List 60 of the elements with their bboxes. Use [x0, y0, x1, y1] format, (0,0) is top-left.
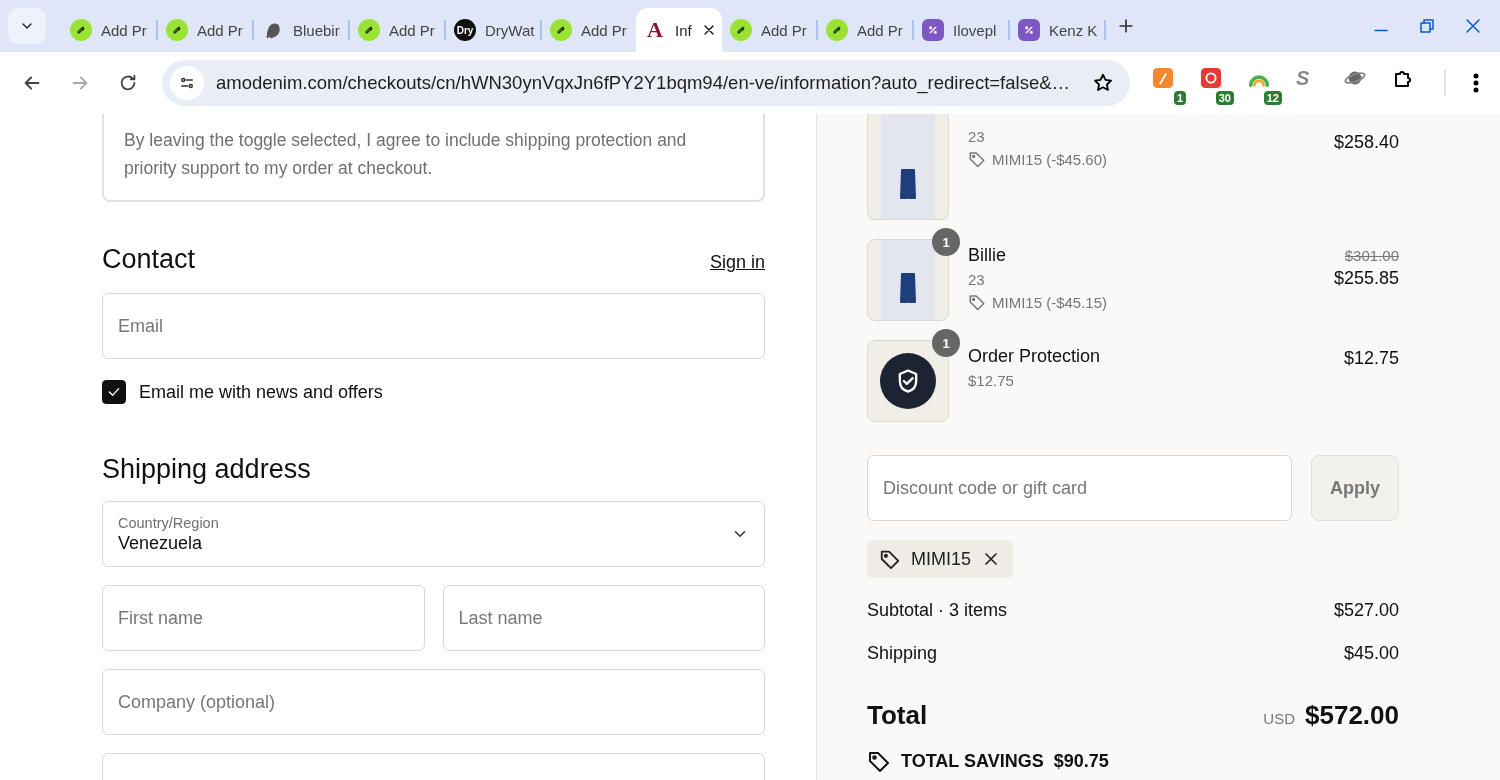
extension-icon[interactable]: S [1296, 67, 1310, 90]
protection-note: By leaving the toggle selected, I agree to include shipping protection and priority support to my order at checkout. [102, 114, 765, 202]
input-field[interactable]: Last name [442, 585, 765, 651]
browser-tab[interactable]: Add Pr [818, 8, 912, 52]
extension-badge: 30 [1215, 91, 1234, 105]
tag-icon [879, 548, 901, 570]
apply-button[interactable]: Apply [1311, 455, 1399, 521]
currency-code: USD [1263, 710, 1295, 727]
item-variant: 23 [968, 271, 986, 288]
tags-icon [867, 749, 891, 773]
input-field[interactable]: First name [102, 585, 425, 651]
quantity-badge: 1 [932, 228, 960, 256]
input-field[interactable]: Company (optional) [102, 669, 765, 735]
favicon: A [646, 19, 664, 41]
sign-in-link[interactable]: Sign in [709, 252, 765, 273]
savings-value: $90.75 [1053, 750, 1109, 772]
item-name: Billie [968, 245, 1007, 266]
quantity-badge: 1 [932, 329, 960, 357]
discount-text: MIMI15 (-$45.15) [992, 293, 1108, 311]
item-name: Order Protection [968, 346, 1102, 367]
checkbox-label: Email me with news and offers [139, 381, 383, 403]
savings-label: TOTAL SAVINGS [901, 750, 1044, 772]
browser-tab[interactable]: Add Pr [62, 8, 156, 52]
discount-field[interactable]: Discount code or gift card [867, 455, 1292, 521]
total-label: Total [867, 700, 928, 731]
tag-icon [968, 293, 986, 311]
browser-tab[interactable]: Add Pr [350, 8, 444, 52]
address-bar[interactable]: amodenim.com/checkouts/cn/hWN30ynVqxJn6fPY2Y1bqm94/en-ve/information?auto_redirect=false&… [162, 60, 1130, 106]
browser-tab[interactable]: Add Pr [158, 8, 252, 52]
compare-price: $301.00 [1344, 247, 1399, 264]
country-select[interactable]: Country/Region Venezuela [102, 501, 765, 567]
summary-value: $527.00 [1333, 600, 1399, 621]
tag-icon [968, 150, 986, 168]
section-heading: Contact [102, 244, 196, 275]
email-field[interactable]: Email [102, 293, 765, 359]
favicon: Dry [454, 19, 476, 41]
extension-badge: 12 [1263, 91, 1282, 105]
discount-code: MIMI15 [911, 548, 971, 570]
browser-tab[interactable]: Kenz K [1010, 8, 1104, 52]
discount-text: MIMI15 (-$45.60) [992, 150, 1108, 168]
item-price: $258.40 [1333, 132, 1399, 153]
item-variant: $12.75 [968, 372, 1015, 389]
browser-tab[interactable]: Add Pr [542, 8, 636, 52]
summary-value: $45.00 [1343, 643, 1399, 664]
summary-label: Subtotal · 3 items [867, 600, 1008, 621]
item-price: $12.75 [1343, 348, 1399, 369]
browser-tab[interactable]: Add Pr [722, 8, 816, 52]
bookmark-star-icon[interactable] [1092, 72, 1114, 94]
extension-badge: 1 [1173, 91, 1186, 105]
browser-tab[interactable]: A Inf [636, 8, 722, 52]
summary-label: Shipping [867, 643, 938, 664]
browser-tab[interactable]: Bluebir [254, 8, 348, 52]
browser-tab[interactable]: Ilovepl [914, 8, 1008, 52]
browser-tab[interactable]: Dry DryWat [446, 8, 540, 52]
item-price: $255.85 [1333, 268, 1399, 289]
section-heading: Shipping address [102, 454, 312, 485]
restore-icon[interactable] [1418, 17, 1436, 35]
total-value: $572.00 [1305, 700, 1399, 731]
item-variant: 23 [968, 128, 986, 145]
checkbox[interactable] [102, 380, 126, 404]
